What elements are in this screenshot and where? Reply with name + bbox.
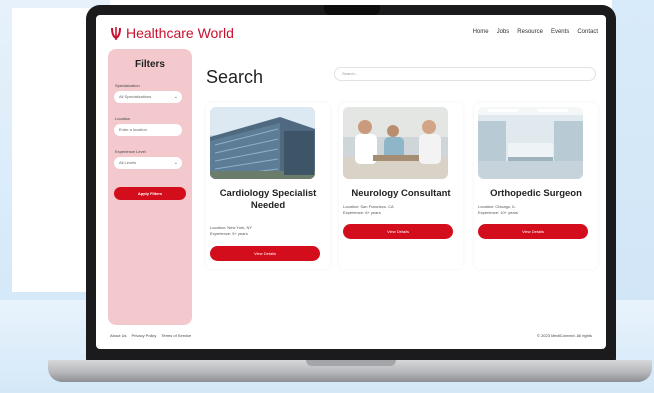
caduceus-logo-icon: [111, 26, 121, 40]
job-title: Cardiology Specialist Needed: [219, 188, 317, 211]
nav-contact[interactable]: Contact: [577, 29, 598, 35]
page-title: Search: [206, 67, 264, 87]
footer-copyright: © 2023 MediConnect. All rights: [537, 333, 592, 338]
job-experience: Experience: 5+ years: [210, 231, 248, 236]
site-header: Healthcare World Home Jobs Resource Even…: [96, 15, 606, 49]
brand-name: Healthcare World: [126, 25, 234, 41]
job-experience: Experience: 10+ years: [478, 210, 518, 215]
location-placeholder: Enter a location: [119, 127, 147, 132]
chevron-down-icon: ⌄: [173, 160, 178, 166]
experience-select[interactable]: All Levels ⌄: [114, 157, 182, 169]
laptop-base: [48, 360, 652, 382]
nav-events[interactable]: Events: [551, 29, 569, 35]
top-nav: Home Jobs Resource Events Contact: [473, 29, 598, 35]
location-label: Location: [115, 116, 131, 121]
search-placeholder: Search...: [342, 71, 359, 76]
job-card-orthopedic: Orthopedic Surgeon Location: Chicago, IL…: [474, 103, 598, 269]
doctors-meeting-image: [343, 107, 448, 179]
footer-terms-link[interactable]: Terms of Service: [161, 333, 191, 338]
specialization-value: All Specializations: [119, 94, 152, 99]
footer-about-link[interactable]: About Us: [110, 333, 126, 338]
brand-logo[interactable]: Healthcare World: [110, 25, 234, 41]
experience-value: All Levels: [119, 160, 137, 165]
nav-home[interactable]: Home: [473, 29, 489, 35]
job-experience: Experience: 8+ years: [343, 210, 381, 215]
camera-notch: [324, 5, 380, 15]
job-card-neurology: Neurology Consultant Location: San Franc…: [339, 103, 463, 269]
view-details-button[interactable]: View Details: [478, 224, 588, 239]
apply-filters-button[interactable]: Apply Filters: [114, 187, 186, 200]
nav-jobs[interactable]: Jobs: [497, 29, 510, 35]
filters-title: Filters: [134, 59, 165, 70]
job-card-cardiology: Cardiology Specialist Needed Location: N…: [206, 103, 330, 269]
view-details-button[interactable]: View Details: [210, 246, 320, 261]
chevron-down-icon: ⌄: [173, 94, 178, 100]
nav-resource[interactable]: Resource: [517, 29, 543, 35]
specialization-label: Specialization: [115, 83, 140, 88]
location-input[interactable]: Enter a location: [114, 124, 182, 136]
job-title: Neurology Consultant: [351, 188, 451, 199]
laptop-screen: Healthcare World Home Jobs Resource Even…: [96, 15, 606, 349]
footer-links: About Us Privacy Policy Terms of Service: [110, 333, 191, 338]
laptop-base-groove: [306, 360, 396, 366]
filters-sidebar: Filters Specialization All Specializatio…: [108, 49, 192, 325]
specialization-select[interactable]: All Specializations ⌄: [114, 91, 182, 103]
footer-privacy-link[interactable]: Privacy Policy: [131, 333, 156, 338]
laptop-lid: Healthcare World Home Jobs Resource Even…: [86, 5, 616, 363]
search-input[interactable]: Search...: [334, 67, 596, 81]
experience-label: Experience Level: [115, 149, 146, 154]
laboratory-image: [478, 107, 583, 179]
job-title: Orthopedic Surgeon: [490, 188, 582, 199]
hospital-building-image: [210, 107, 315, 179]
view-details-button[interactable]: View Details: [343, 224, 453, 239]
